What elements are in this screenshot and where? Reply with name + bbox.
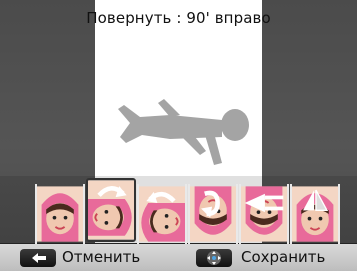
girl-face-thumbnail-icon — [37, 186, 83, 242]
camera-screen: Повернуть : 90' вправо Отменить Сохранит… — [0, 0, 357, 271]
effect-thumb-flip-vertical[interactable] — [239, 184, 289, 244]
back-arrow-icon[interactable] — [20, 249, 56, 267]
effect-thumb-rotate-left-90[interactable] — [137, 184, 187, 244]
effect-thumb-flip-horizontal[interactable] — [290, 184, 340, 244]
effect-thumb-rotate-right-90[interactable] — [86, 178, 136, 242]
girl-face-flipped-horizontal-thumbnail-icon — [292, 186, 338, 242]
girl-face-flipped-vertical-thumbnail-icon — [241, 186, 287, 242]
button-hint-bar: Отменить Сохранить — [0, 244, 357, 271]
effect-thumb-rotate-right[interactable] — [35, 184, 85, 244]
save-label[interactable]: Сохранить — [241, 248, 325, 266]
person-silhouette-icon — [118, 99, 249, 165]
page-title: Повернуть : 90' вправо — [86, 9, 271, 27]
cancel-label[interactable]: Отменить — [62, 248, 140, 266]
effect-thumbnail-strip — [0, 176, 357, 244]
girl-face-rotated-left-thumbnail-icon — [139, 186, 185, 242]
dpad-icon[interactable] — [196, 249, 232, 267]
girl-face-upside-down-thumbnail-icon — [190, 186, 236, 242]
effect-thumb-rotate-180[interactable] — [188, 184, 238, 244]
girl-face-rotated-90-thumbnail-icon — [88, 180, 134, 240]
